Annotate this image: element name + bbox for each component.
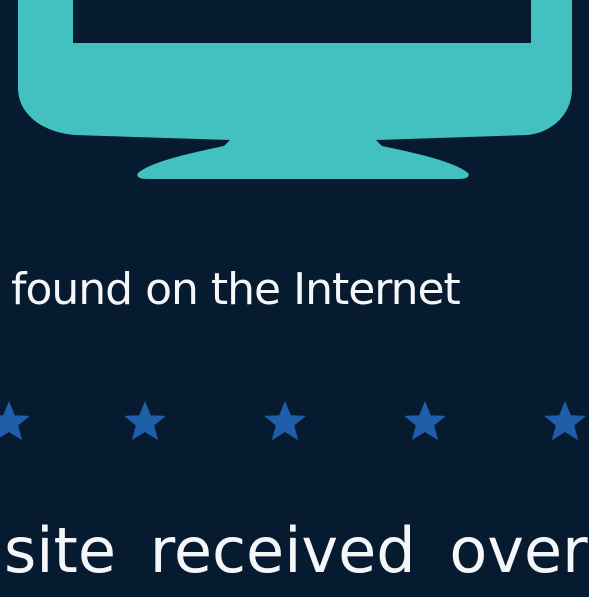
star-icon <box>264 401 306 441</box>
star-icon <box>404 401 446 441</box>
star-icon <box>0 401 30 441</box>
bottom-text: site received over <box>4 514 588 587</box>
rating-stars <box>0 398 589 446</box>
star-icon <box>124 401 166 441</box>
monitor-icon <box>18 0 572 179</box>
star-icon <box>544 401 586 441</box>
tagline-text: found on the Internet <box>11 264 461 315</box>
infographic-panel: found on the Internet site received over <box>0 0 589 597</box>
monitor-screen <box>73 0 531 43</box>
